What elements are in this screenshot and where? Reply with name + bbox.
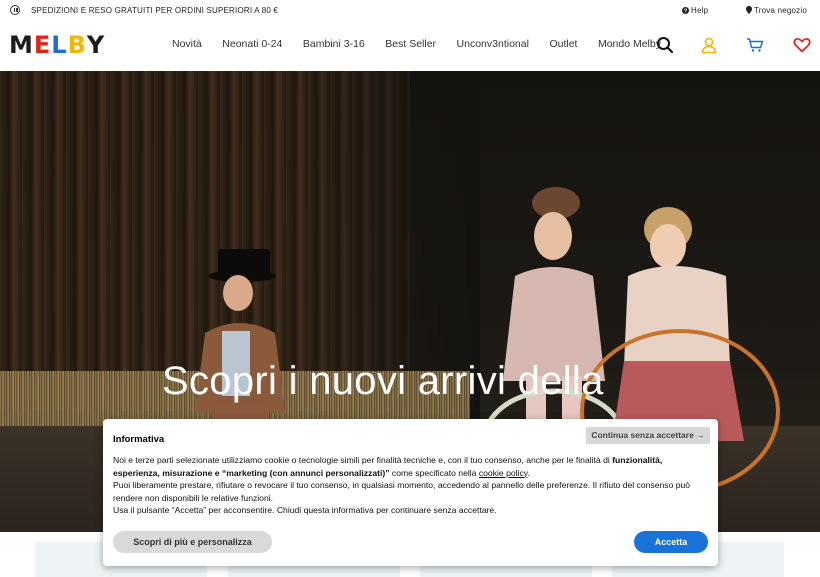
logo-letter: E [33,31,52,59]
hero-title[interactable]: Scopri i nuovi arrivi della [162,359,604,404]
logo-letter: B [67,31,87,59]
nav-item-bambini-3-16[interactable]: Bambini 3-16 [303,38,365,50]
pause-icon[interactable] [10,5,20,15]
store-locator-link[interactable]: Trova negozio [746,6,807,15]
map-pin-icon [746,6,752,14]
nav-item-unconv3ntional[interactable]: Unconv3ntional [457,38,529,50]
logo-letter: Y [86,31,106,59]
heart-icon[interactable] [793,36,811,54]
help-link[interactable]: ? Help [682,6,708,15]
main-header: MELBY Novità Neonati 0-24 Bambini 3-16 Best… [0,20,820,71]
learn-more-customize-button[interactable]: Scopri di più e personalizza [113,531,272,553]
continue-without-accepting-button[interactable]: Continua senza accettare → [586,427,710,444]
cookie-paragraph-3: Usa il pulsante “Accetta” per acconsenti… [113,505,497,516]
cookie-policy-link[interactable]: cookie policy [479,468,528,478]
nav-item-mondo-melby[interactable]: Mondo Melby [598,38,661,50]
accept-button[interactable]: Accetta [634,531,708,553]
nav-item-neonati-0-24[interactable]: Neonati 0-24 [222,38,282,50]
nav-item-novit-[interactable]: Novità [172,38,202,50]
cart-icon[interactable] [746,36,764,54]
logo-letter: L [51,31,68,59]
user-icon[interactable] [700,36,718,54]
melby-logo[interactable]: MELBY [9,33,105,57]
cookie-banner: Informativa Continua senza accettare → N… [103,419,718,566]
top-bar: SPEDIZIONI E RESO GRATUITI PER ORDINI SU… [0,0,820,20]
main-nav: Novità Neonati 0-24 Bambini 3-16 Best Selle… [172,38,681,50]
search-icon[interactable] [656,36,674,54]
promo-text: SPEDIZIONI E RESO GRATUITI PER ORDINI SU… [31,6,279,15]
svg-text:?: ? [684,9,688,14]
cookie-paragraph-1: Noi e terze parti selezionate utilizziam… [113,455,663,478]
nav-item-outlet[interactable]: Outlet [549,38,577,50]
help-label: Help [691,6,709,15]
logo-letter: M [9,31,34,59]
cookie-text: Noi e terze parti selezionate utilizziam… [113,454,711,517]
cookie-title: Informativa [113,434,165,445]
help-icon: ? [682,7,689,14]
cookie-paragraph-2: Puoi liberamente prestare, rifiutare o r… [113,480,691,503]
nav-item-best-seller[interactable]: Best Seller [385,38,436,50]
store-label: Trova negozio [754,6,807,15]
